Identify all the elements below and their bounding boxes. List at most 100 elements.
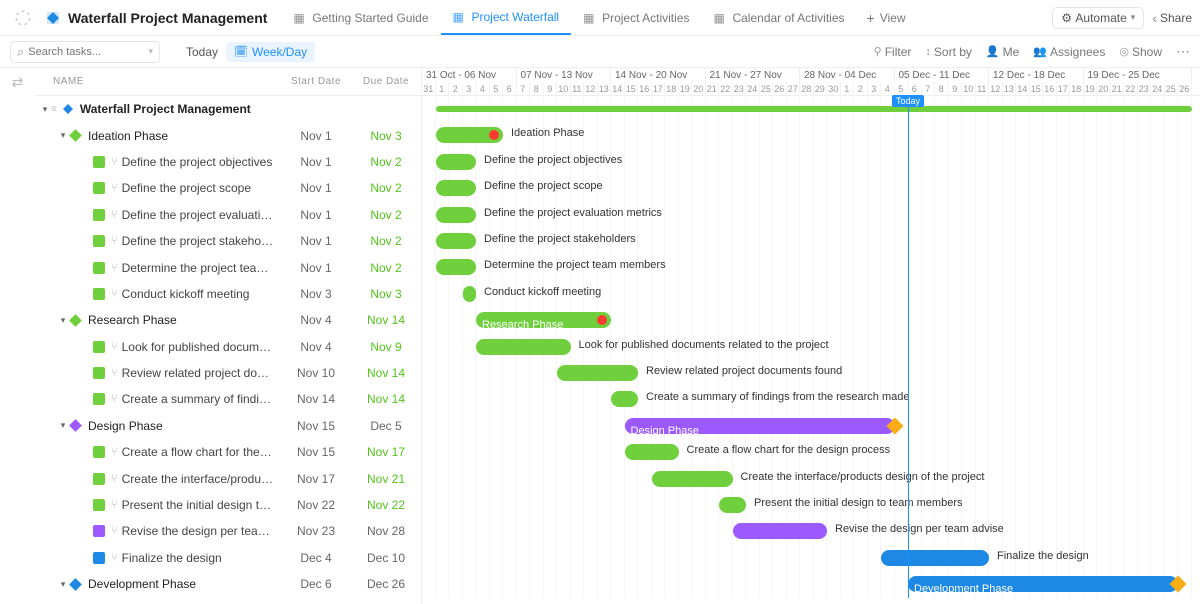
task-row[interactable]: ⑂Create a flow chart for the d...Nov 15N… [35,439,421,465]
day-header: 30 [827,82,841,96]
caret-down-icon[interactable]: ▾ [57,130,69,141]
caret-down-icon[interactable]: ▾ [39,104,51,115]
task-row[interactable]: ⑂Define the project scopeNov 1Nov 2 [35,175,421,201]
gantt-bar[interactable] [625,444,679,460]
task-row[interactable]: ⑂Look for published documen...Nov 4Nov 9 [35,334,421,360]
task-status-icon[interactable] [93,367,105,379]
task-row[interactable]: ⑂Define the project objectivesNov 1Nov 2 [35,149,421,175]
day-header: 7 [922,82,936,96]
filter-button[interactable]: ⚲Filter [874,45,912,59]
gantt-bar[interactable] [719,497,746,513]
task-name: Define the project stakehold... [122,234,281,248]
gantt-bar[interactable] [557,365,638,381]
task-status-icon[interactable] [93,156,105,168]
task-row[interactable]: ⑂Define the project stakehold...Nov 1Nov… [35,228,421,254]
tab-getting-started-guide[interactable]: ▦Getting Started Guide [281,0,440,35]
task-status-icon[interactable] [93,288,105,300]
day-header: 3 [868,82,882,96]
chevron-down-icon[interactable]: ▾ [148,46,153,57]
assignees-button[interactable]: 👥Assignees [1033,45,1105,59]
task-status-icon[interactable] [93,473,105,485]
gantt-row: Define the project objectives [422,149,1200,175]
task-row[interactable]: ▾≡Waterfall Project Management [35,96,421,122]
gantt-bar[interactable] [611,391,638,407]
gantt-row: Look for published documents related to … [422,334,1200,360]
menu-spinner-icon[interactable] [14,9,32,27]
due-date: Nov 14 [351,366,421,380]
gantt-bar[interactable] [652,471,733,487]
task-status-icon[interactable] [93,393,105,405]
gantt-bar[interactable] [436,154,477,170]
task-row[interactable]: ⑂Review related project docu...Nov 10Nov… [35,360,421,386]
start-date: Nov 4 [281,313,351,327]
task-row[interactable]: ⑂Determine the project team ...Nov 1Nov … [35,254,421,280]
tab-project-activities[interactable]: ▦Project Activities [571,0,701,35]
caret-down-icon[interactable]: ▾ [57,420,69,431]
task-status-icon[interactable] [93,446,105,458]
add-view-button[interactable]: View [857,10,916,26]
due-date: Dec 26 [351,577,421,591]
caret-down-icon[interactable]: ▾ [57,315,69,326]
gantt-bar[interactable] [436,106,1192,112]
gantt-bar[interactable] [436,180,477,196]
task-row[interactable]: ⑂Create a summary of finding...Nov 14Nov… [35,386,421,412]
gantt-bar-label: Create a summary of findings from the re… [646,391,910,403]
task-row[interactable]: ⑂Conduct kickoff meetingNov 3Nov 3 [35,281,421,307]
caret-down-icon[interactable]: ▾ [57,579,69,590]
subtask-icon: ⑂ [111,262,118,274]
automate-button[interactable]: ⚙ Automate ▾ [1052,7,1144,29]
gantt-bar[interactable] [881,550,989,566]
task-row[interactable]: ▾Research PhaseNov 4Nov 14 [35,307,421,333]
task-row[interactable]: ⑂Revise the design per team a...Nov 23No… [35,518,421,544]
gantt-bar[interactable] [463,286,477,302]
due-date: Nov 2 [351,181,421,195]
phase-diamond-icon [69,578,82,591]
start-date: Nov 1 [281,234,351,248]
day-header: 4 [476,82,490,96]
gantt-bar[interactable] [436,207,477,223]
task-row[interactable]: ▾Development PhaseDec 6Dec 26 [35,571,421,597]
me-filter-button[interactable]: 👤Me [986,45,1019,59]
task-row[interactable]: ▾Ideation PhaseNov 1Nov 3 [35,122,421,148]
task-status-icon[interactable] [93,499,105,511]
task-row[interactable]: ⑂Create the interface/product...Nov 17No… [35,465,421,491]
search-input-wrap[interactable]: ▾ [10,41,160,63]
task-status-icon[interactable] [93,341,105,353]
gantt-row: Determine the project team members [422,254,1200,280]
today-button[interactable]: Today [186,45,218,59]
task-row[interactable]: ⑂Define the project evaluation...Nov 1No… [35,202,421,228]
task-row[interactable]: ⑂Present the initial design to t...Nov 2… [35,492,421,518]
gantt-row: Research Phase [422,307,1200,333]
task-status-icon[interactable] [93,235,105,247]
gantt-bar[interactable] [436,259,477,275]
task-row[interactable]: ▾Design PhaseNov 15Dec 5 [35,413,421,439]
task-row[interactable]: ⑂Finalize the designDec 4Dec 10 [35,545,421,571]
task-status-icon[interactable] [93,552,105,564]
task-status-icon[interactable] [93,209,105,221]
week-day-toggle[interactable]: Week/Day [226,42,315,62]
task-status-icon[interactable] [93,262,105,274]
gantt-bar-label: Look for published documents related to … [579,339,829,351]
gantt-bar-label: Conduct kickoff meeting [484,286,601,298]
due-date: Nov 2 [351,208,421,222]
tab-calendar-of-activities[interactable]: ▦Calendar of Activities [701,0,856,35]
start-date: Dec 4 [281,551,351,565]
share-button[interactable]: Share [1152,10,1192,26]
gantt-bar[interactable] [436,233,477,249]
show-button[interactable]: ◎Show [1119,45,1162,59]
task-status-icon[interactable] [93,182,105,194]
search-input[interactable] [28,46,144,58]
subtask-icon: ⑂ [111,499,118,511]
sort-by-button[interactable]: ↕Sort by [925,45,972,59]
task-status-icon[interactable] [93,525,105,537]
gantt-bar[interactable]: Design Phase [625,418,895,434]
gantt-bar[interactable] [476,339,571,355]
collapse-rail-icon[interactable]: ⇄ [12,74,24,604]
gantt-bar[interactable]: Development Phase [908,576,1178,592]
eye-icon: ◎ [1119,45,1129,58]
more-button[interactable]: ⋯ [1176,43,1190,60]
gantt-bar[interactable] [733,523,828,539]
gantt-bar[interactable]: Research Phase [476,312,611,328]
tab-project-waterfall[interactable]: ▦Project Waterfall [441,0,572,35]
task-name: Define the project scope [122,181,281,195]
